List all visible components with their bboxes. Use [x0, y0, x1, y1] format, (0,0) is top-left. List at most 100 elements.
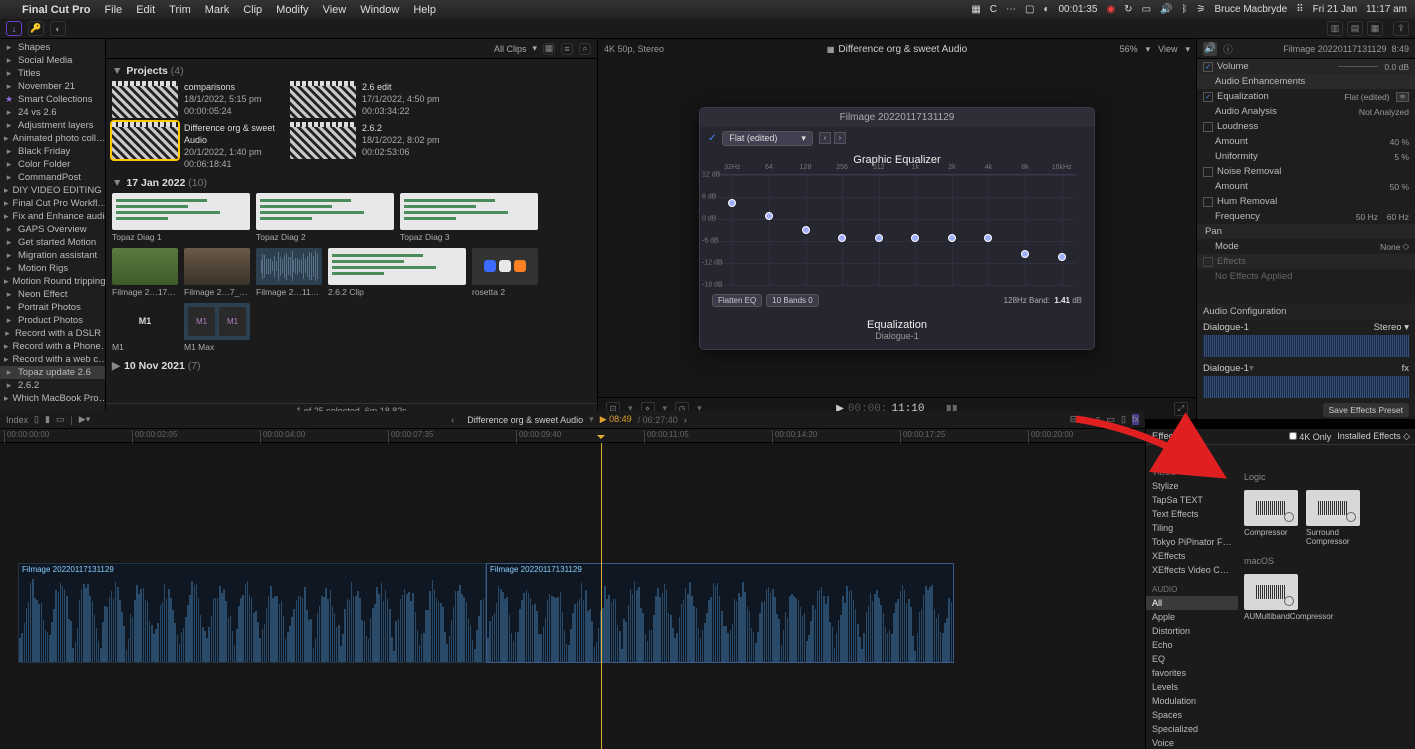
eq-preset-select[interactable]: Flat (edited)▾ [722, 131, 813, 146]
sidebar-item[interactable]: ▸Get started Motion [0, 236, 105, 249]
checkbox[interactable] [1203, 122, 1213, 132]
status-icon-sync[interactable]: ↻ [1124, 4, 1132, 15]
sidebar-item[interactable]: ▸Record with a Phone… [0, 340, 105, 353]
project-card[interactable]: 2.6.218/1/2022, 8:02 pm00:02:53:06 [290, 122, 462, 171]
layout-browser[interactable]: ▥ [1327, 21, 1343, 36]
tl-opt-4[interactable]: ▭ [1107, 414, 1116, 425]
fx-category[interactable]: Apple [1146, 610, 1238, 624]
menu-view[interactable]: View [323, 4, 347, 16]
next-icon[interactable]: › [834, 132, 846, 144]
status-icon-bluetooth[interactable]: ᛒ [1181, 4, 1187, 15]
fx-category[interactable]: Spaces [1146, 708, 1238, 722]
status-icon-wifi[interactable]: ⚞ [1196, 4, 1205, 15]
sidebar-item[interactable]: ▸24 vs 2.6 [0, 106, 105, 119]
inspector-row[interactable]: EqualizationFlat (edited) ≋ [1197, 89, 1415, 104]
sidebar-item[interactable]: ▸CommandPost [0, 171, 105, 184]
sidebar-item[interactable]: ★Smart Collections [0, 93, 105, 106]
tl-opt-5[interactable]: ▯ [1121, 414, 1126, 425]
section2-header[interactable]: ▼17 Jan 2022 (10) [112, 175, 591, 193]
fx-category[interactable]: Tokyo PiPinator Free [1146, 535, 1238, 549]
sidebar-item[interactable]: ▸Animated photo coll… [0, 132, 105, 145]
status-icon-sound[interactable]: 🔊 [1160, 4, 1172, 15]
project-thumb[interactable] [290, 81, 356, 118]
eq-graph[interactable]: 12 dB6 dB0 dB-6 dB-12 dB-18 dB32Hz641282… [718, 174, 1076, 286]
timeline-clip-1[interactable]: Filmage 20220117131129 [18, 563, 486, 663]
sidebar-item[interactable]: ▸Record with a DSLR [0, 327, 105, 340]
project-thumb[interactable] [112, 122, 178, 159]
eq-band-handle[interactable] [1021, 250, 1029, 258]
clip-card[interactable]: Filmage 2…17_123051 [112, 248, 178, 297]
eq-band-handle[interactable] [838, 234, 846, 242]
eq-band-handle[interactable] [765, 212, 773, 220]
sidebar-item[interactable]: ▸Motion Rigs [0, 262, 105, 275]
bg-tasks-button[interactable]: ◐ [50, 21, 66, 36]
tl-tool-2[interactable]: ▮ [45, 414, 50, 425]
eq-band-handle[interactable] [1058, 253, 1066, 261]
menu-modify[interactable]: Modify [276, 4, 308, 16]
sidebar-item[interactable]: ▸2.6.2 [0, 379, 105, 392]
fx-category[interactable]: EQ [1146, 652, 1238, 666]
status-user[interactable]: Bruce Macbryde [1214, 4, 1287, 15]
inspector-row[interactable]: Loudness [1197, 119, 1415, 134]
sidebar-item[interactable]: ▸November 21 [0, 80, 105, 93]
audio-inspector-tab[interactable]: 🔊 [1203, 42, 1217, 56]
status-icon-box[interactable]: ▢ [1025, 4, 1034, 15]
pan-section[interactable]: Pan [1197, 224, 1415, 239]
save-effects-preset-button[interactable]: Save Effects Preset [1323, 403, 1410, 417]
project-thumb[interactable] [112, 81, 178, 118]
sidebar-item[interactable]: ▸Adjustment layers [0, 119, 105, 132]
status-icon-c[interactable]: C [990, 4, 997, 15]
volume-check[interactable] [1203, 62, 1213, 72]
clip-card[interactable]: Topaz Diag 2 [256, 193, 394, 242]
4k-only-check[interactable] [1289, 432, 1297, 440]
fullscreen-button[interactable]: ⤢ [1174, 402, 1188, 416]
clip-card[interactable]: Topaz Diag 1 [112, 193, 250, 242]
status-icon[interactable]: ▦ [971, 4, 980, 15]
viewer-zoom[interactable]: 56% [1120, 44, 1138, 54]
sidebar-item[interactable]: ▸GAPS Overview [0, 223, 105, 236]
clip-card[interactable]: Filmage 2…7_125240 [184, 248, 250, 297]
status-icon-dots[interactable]: ⋯ [1006, 4, 1016, 15]
app-name[interactable]: Final Cut Pro [22, 4, 90, 16]
timeline-fwd[interactable]: › [684, 415, 694, 425]
menu-file[interactable]: File [104, 4, 122, 16]
sidebar-item[interactable]: ▸Fix and Enhance audio [0, 210, 105, 223]
eq-band-handle[interactable] [948, 234, 956, 242]
prev-icon[interactable]: ‹ [819, 132, 831, 144]
section3-header[interactable]: ▶10 Nov 2021 (7) [112, 358, 591, 376]
eq-band-handle[interactable] [802, 226, 810, 234]
sidebar-item[interactable]: ▸Final Cut Pro Workfl… [0, 197, 105, 210]
fx-item[interactable]: Compressor [1244, 490, 1298, 546]
eq-band-handle[interactable] [911, 234, 919, 242]
inspector-row[interactable]: Noise Removal [1197, 164, 1415, 179]
fx-item[interactable]: Surround Compressor [1306, 490, 1360, 546]
sidebar-item[interactable]: ▸Neon Effect [0, 288, 105, 301]
import-button[interactable]: ↓ [6, 21, 22, 36]
sidebar-item[interactable]: ▸Portrait Photos [0, 301, 105, 314]
timeline-ruler[interactable]: 00:00:00:0000:00:02:0500:00:04:0000:00:0… [0, 429, 1145, 443]
menu-edit[interactable]: Edit [136, 4, 155, 16]
project-card[interactable]: Difference org & sweet Audio20/1/2022, 1… [112, 122, 284, 171]
tl-opt-2[interactable]: ♪ [1083, 414, 1088, 425]
fx-category[interactable]: favorites [1146, 666, 1238, 680]
sidebar-item[interactable]: ▸Product Photos [0, 314, 105, 327]
keyword-button[interactable]: 🔑 [28, 21, 44, 36]
sidebar-item[interactable]: ▸DIY VIDEO EDITING [0, 184, 105, 197]
clip-card[interactable]: rosetta 2 [472, 248, 538, 297]
audio-enh-section[interactable]: Audio Enhancements [1197, 74, 1415, 89]
fx-category[interactable]: Specialized [1146, 722, 1238, 736]
menu-help[interactable]: Help [413, 4, 436, 16]
info-inspector-tab[interactable]: ⓘ [1221, 42, 1235, 56]
sidebar-item[interactable]: ▸Social Media [0, 54, 105, 67]
timeline-clip-2[interactable]: Filmage 20220117131129 [486, 563, 954, 663]
index-button[interactable]: Index [6, 415, 28, 425]
search-icon[interactable]: ⌕ [579, 43, 591, 55]
checkbox[interactable] [1203, 92, 1213, 102]
projects-header[interactable]: ▼Projects (4) [112, 63, 591, 81]
fx-category[interactable]: Voice [1146, 736, 1238, 749]
fx-category[interactable]: All [1146, 596, 1238, 610]
checkbox[interactable] [1203, 167, 1213, 177]
status-icon-display[interactable]: ▭ [1142, 4, 1151, 15]
sidebar-item[interactable]: ▸Titles [0, 67, 105, 80]
status-icon-gauge[interactable]: ◐ [1043, 4, 1049, 15]
